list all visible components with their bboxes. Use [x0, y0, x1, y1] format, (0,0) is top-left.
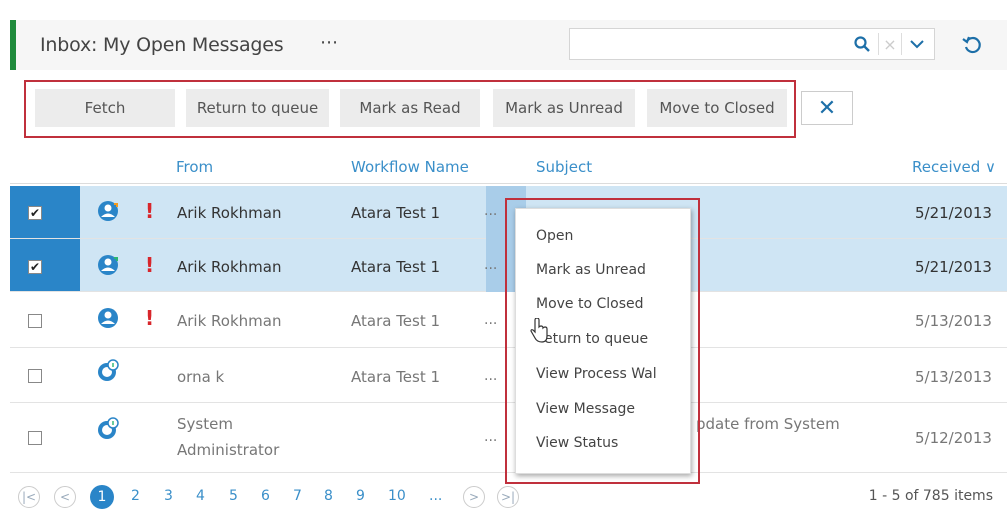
page-link-ellipsis[interactable]: ...	[429, 488, 442, 504]
column-header-workflow[interactable]: Workflow Name	[351, 158, 469, 176]
menu-item-view-status[interactable]: View Status	[536, 435, 618, 451]
page-link[interactable]: 2	[131, 488, 140, 504]
row-received: 5/13/2013	[915, 368, 992, 386]
page-link[interactable]: 6	[261, 488, 270, 504]
row-actions-button[interactable]: ...	[484, 312, 497, 328]
return-to-queue-button[interactable]: Return to queue	[186, 89, 329, 127]
row-checkbox[interactable]	[28, 314, 42, 328]
row-select-cell[interactable]: ✔	[10, 239, 80, 292]
search-input[interactable]: ×	[569, 28, 935, 60]
close-toolbar-button[interactable]: ✕	[801, 91, 853, 125]
menu-item-open[interactable]: Open	[536, 228, 573, 244]
refresh-icon[interactable]	[960, 32, 984, 56]
info-message-icon	[96, 359, 120, 383]
row-actions-button[interactable]: ...	[484, 429, 497, 445]
row-from: Arik Rokhman	[177, 258, 282, 276]
menu-item-return-to-queue[interactable]: eturn to queue	[544, 331, 648, 347]
menu-item-move-to-closed[interactable]: Move to Closed	[536, 296, 644, 312]
column-header-from[interactable]: From	[176, 158, 213, 176]
page-link[interactable]: 4	[196, 488, 205, 504]
last-page-button[interactable]: >|	[497, 486, 519, 508]
row-checkbox[interactable]: ✔	[28, 206, 42, 220]
row-select-cell[interactable]: ✔	[10, 186, 80, 239]
row-from: Arik Rokhman	[177, 204, 282, 222]
menu-item-mark-as-unread[interactable]: Mark as Unread	[536, 262, 646, 278]
clear-search-icon[interactable]: ×	[878, 33, 902, 55]
row-workflow: Atara Test 1	[351, 204, 441, 222]
search-dropdown-chevron-icon[interactable]	[904, 32, 930, 56]
page-link[interactable]: 10	[388, 488, 406, 504]
workflow-person-icon	[96, 199, 120, 223]
high-priority-icon: !	[145, 199, 155, 223]
page-link[interactable]: 9	[356, 488, 365, 504]
row-received: 5/21/2013	[915, 204, 992, 222]
more-options-button[interactable]: ⋯	[320, 32, 339, 53]
row-received: 5/13/2013	[915, 312, 992, 330]
row-checkbox[interactable]	[28, 431, 42, 445]
row-from: Arik Rokhman	[177, 312, 282, 330]
info-message-icon	[96, 417, 120, 441]
workflow-person-icon	[96, 253, 120, 277]
page-header: Inbox: My Open Messages ⋯ ×	[10, 20, 1007, 70]
row-subject: pdate from System	[696, 415, 840, 433]
next-page-button[interactable]: >	[463, 486, 485, 508]
pager: |< < 1 2 3 4 5 6 7 8 9 10 ... > >| 1 - 5…	[0, 480, 1007, 513]
hand-cursor-icon	[528, 317, 550, 344]
row-received: 5/21/2013	[915, 258, 992, 276]
fetch-button[interactable]: Fetch	[35, 89, 175, 127]
row-from: System	[177, 415, 233, 433]
search-icon[interactable]	[848, 32, 876, 56]
row-actions-button[interactable]: ...	[484, 368, 497, 384]
row-workflow: Atara Test 1	[351, 312, 441, 330]
pager-info: 1 - 5 of 785 items	[868, 488, 993, 504]
row-workflow: Atara Test 1	[351, 368, 441, 386]
row-checkbox[interactable]	[28, 369, 42, 383]
menu-item-view-message[interactable]: View Message	[536, 401, 635, 417]
page-link[interactable]: 7	[293, 488, 302, 504]
page-link[interactable]: 8	[324, 488, 333, 504]
column-header-received[interactable]: Received ∨	[912, 158, 996, 176]
row-from-line2: Administrator	[177, 441, 280, 459]
first-page-button[interactable]: |<	[18, 486, 40, 508]
page-link[interactable]: 5	[229, 488, 238, 504]
column-header-subject[interactable]: Subject	[536, 158, 592, 176]
header-accent-bar	[10, 20, 16, 70]
row-checkbox[interactable]: ✔	[28, 260, 42, 274]
high-priority-icon: !	[145, 253, 155, 277]
mark-as-unread-button[interactable]: Mark as Unread	[493, 89, 635, 127]
high-priority-icon: !	[145, 306, 155, 330]
move-to-closed-button[interactable]: Move to Closed	[647, 89, 787, 127]
row-workflow: Atara Test 1	[351, 258, 441, 276]
page-link[interactable]: 3	[164, 488, 173, 504]
current-page[interactable]: 1	[90, 485, 114, 509]
row-from: orna k	[177, 368, 225, 386]
row-actions-button[interactable]: ...	[484, 257, 497, 273]
page-title: Inbox: My Open Messages	[40, 34, 284, 56]
header-divider	[10, 183, 1007, 184]
menu-item-view-process-wall[interactable]: View Process Wal	[536, 366, 657, 382]
workflow-person-icon	[96, 306, 120, 330]
row-received: 5/12/2013	[915, 429, 992, 447]
mark-as-read-button[interactable]: Mark as Read	[340, 89, 480, 127]
row-actions-button[interactable]: ...	[484, 203, 497, 219]
prev-page-button[interactable]: <	[54, 486, 76, 508]
